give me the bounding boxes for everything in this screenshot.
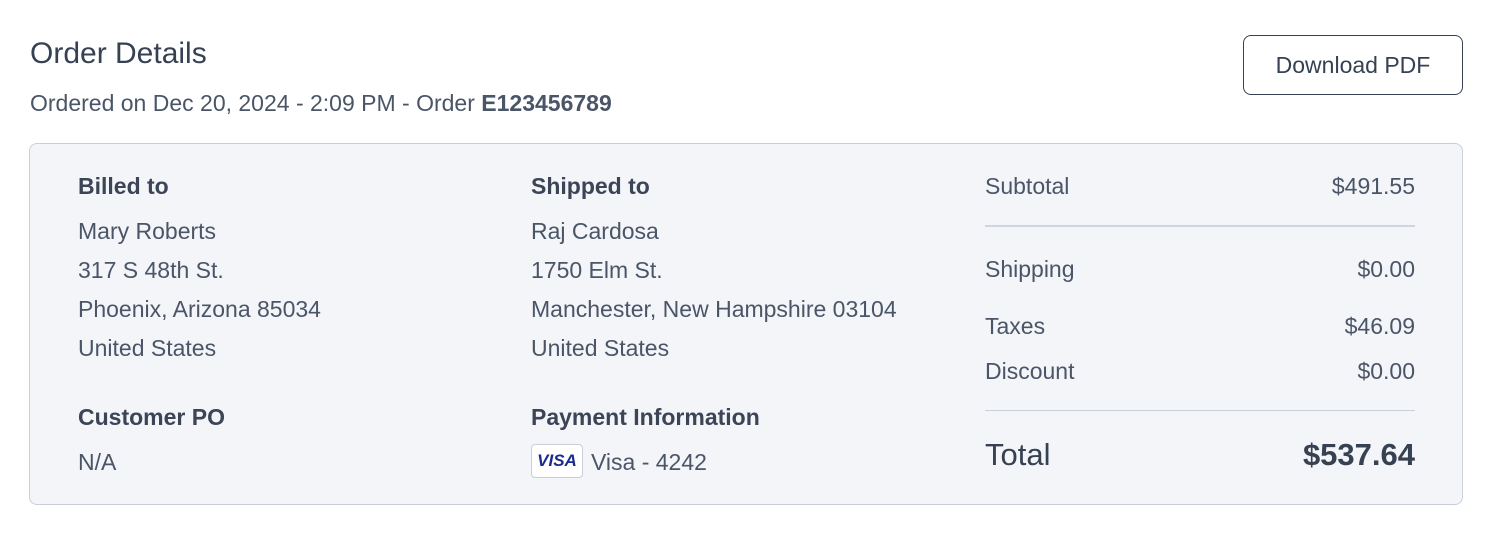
taxes-value: $46.09 xyxy=(1344,313,1415,339)
taxes-label: Taxes xyxy=(985,313,1046,339)
billed-to-label: Billed to xyxy=(78,173,169,199)
discount-row: Discount $0.00 xyxy=(985,357,1415,385)
visa-logo-text: VISA xyxy=(537,451,577,470)
billed-to-street: 317 S 48th St. xyxy=(78,257,224,283)
order-meta-text: Ordered on Dec 20, 2024 - 2:09 PM - Orde… xyxy=(30,90,482,116)
shipping-row: Shipping $0.00 xyxy=(985,255,1415,283)
page-title: Order Details xyxy=(30,37,207,70)
order-summary: Subtotal $491.55 Shipping $0.00 Taxes $4… xyxy=(985,144,1415,504)
customer-po-value: N/A xyxy=(78,449,117,475)
shipped-to-city: Manchester, New Hampshire 03104 xyxy=(531,296,897,322)
customer-po-label: Customer PO xyxy=(78,404,225,430)
billed-to-city: Phoenix, Arizona 85034 xyxy=(78,296,321,322)
summary-divider-top xyxy=(985,225,1415,227)
payment-card-text: Visa - 4242 xyxy=(591,449,707,475)
summary-divider-bottom xyxy=(985,410,1415,411)
order-meta: Ordered on Dec 20, 2024 - 2:09 PM - Orde… xyxy=(30,89,612,117)
subtotal-value: $491.55 xyxy=(1331,173,1415,199)
discount-label: Discount xyxy=(985,358,1075,384)
shipping-label: Shipping xyxy=(985,256,1075,282)
payment-info-label: Payment Information xyxy=(531,404,760,430)
total-row: Total $537.64 xyxy=(985,437,1415,473)
billed-to-name: Mary Roberts xyxy=(78,218,217,244)
shipping-value: $0.00 xyxy=(1357,256,1415,282)
visa-card-icon: VISA xyxy=(531,444,583,478)
subtotal-label: Subtotal xyxy=(985,173,1070,199)
shipped-to-name: Raj Cardosa xyxy=(531,218,659,244)
total-value: $537.64 xyxy=(1302,437,1415,472)
taxes-row: Taxes $46.09 xyxy=(985,312,1415,340)
order-id: E123456789 xyxy=(481,90,612,116)
discount-value: $0.00 xyxy=(1357,358,1415,384)
subtotal-row: Subtotal $491.55 xyxy=(985,172,1415,200)
shipped-to-label: Shipped to xyxy=(531,173,650,199)
shipped-to-street: 1750 Elm St. xyxy=(531,257,663,283)
shipped-to-country: United States xyxy=(531,335,670,361)
billed-to-country: United States xyxy=(78,335,217,361)
download-pdf-button[interactable]: Download PDF xyxy=(1243,35,1463,95)
total-label: Total xyxy=(985,437,1051,472)
order-details-card: Billed to Mary Roberts 317 S 48th St. Ph… xyxy=(29,143,1463,505)
